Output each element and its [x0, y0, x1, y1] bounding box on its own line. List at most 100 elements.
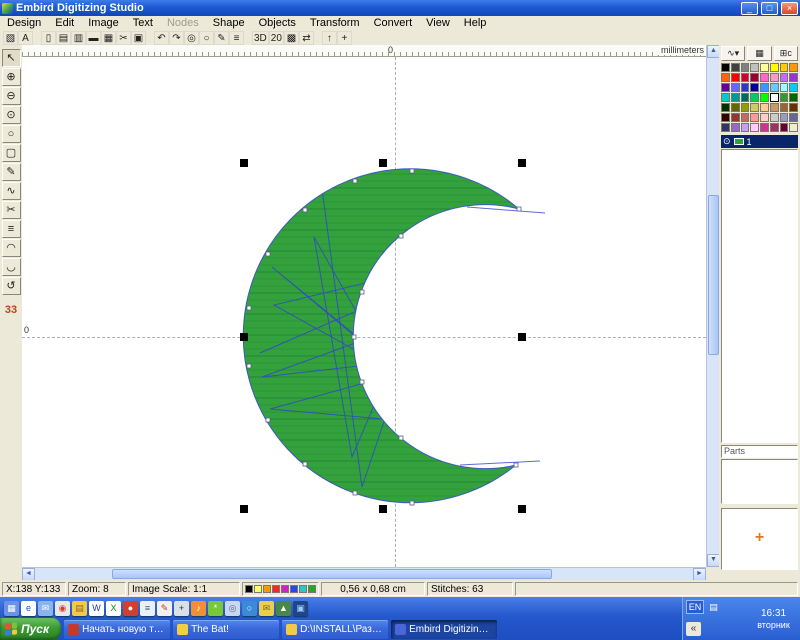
curve-node[interactable]: [247, 364, 251, 368]
tray-chevron-button[interactable]: «: [686, 622, 701, 636]
palette-swatch-2[interactable]: [741, 63, 750, 72]
horizontal-scrollbar[interactable]: ◄ ►: [22, 567, 706, 580]
parts-list[interactable]: [721, 459, 798, 504]
selection-handle[interactable]: [240, 159, 248, 167]
menu-item-image[interactable]: Image: [81, 17, 126, 29]
palette-swatch-25[interactable]: [731, 93, 740, 102]
curve-node[interactable]: [399, 234, 403, 238]
palette-swatch-15[interactable]: [789, 73, 798, 82]
selection-handle[interactable]: [379, 159, 387, 167]
folder-icon[interactable]: ▤: [72, 601, 87, 616]
selection-handle[interactable]: [240, 333, 248, 341]
word-icon[interactable]: W: [89, 601, 104, 616]
palette-swatch-31[interactable]: [789, 93, 798, 102]
start-button[interactable]: Пуск: [0, 618, 61, 640]
palette-swatch-13[interactable]: [770, 73, 779, 82]
maximize-button[interactable]: □: [761, 2, 778, 15]
palette-swatch-40[interactable]: [721, 113, 730, 122]
selection-handle[interactable]: [518, 333, 526, 341]
menu-item-edit[interactable]: Edit: [48, 17, 81, 29]
calculator-icon[interactable]: +: [174, 601, 189, 616]
palette-swatch-17[interactable]: [731, 83, 740, 92]
vertical-scroll-thumb[interactable]: [708, 195, 719, 355]
palette-swatch-21[interactable]: [770, 83, 779, 92]
selection-handle[interactable]: [518, 159, 526, 167]
curve-node[interactable]: [360, 290, 364, 294]
menu-item-objects[interactable]: Objects: [252, 17, 303, 29]
zoom-area-tool[interactable]: ⊙: [2, 106, 21, 124]
toolbar-redo[interactable]: ↷: [169, 31, 184, 45]
palette-swatch-18[interactable]: [741, 83, 750, 92]
palette-swatch-32[interactable]: [721, 103, 730, 112]
palette-swatch-14[interactable]: [780, 73, 789, 82]
palette-swatch-42[interactable]: [741, 113, 750, 122]
toolbar-cut[interactable]: ✂: [116, 31, 131, 45]
canvas[interactable]: 0: [22, 57, 706, 567]
curve-node[interactable]: [266, 252, 270, 256]
palette-swatch-54[interactable]: [780, 123, 789, 132]
rotate-tool[interactable]: ↺: [2, 277, 21, 295]
palette-swatch-10[interactable]: [741, 73, 750, 82]
palette-swatch-24[interactable]: [721, 93, 730, 102]
menu-item-transform[interactable]: Transform: [303, 17, 367, 29]
palette-swatch-28[interactable]: [760, 93, 769, 102]
palette-swatch-36[interactable]: [760, 103, 769, 112]
palette-swatch-52[interactable]: [760, 123, 769, 132]
vertical-scrollbar[interactable]: ▲ ▼: [706, 45, 719, 567]
palette-swatch-38[interactable]: [780, 103, 789, 112]
zoom-out-tool[interactable]: ⊖: [2, 87, 21, 105]
palette-swatch-55[interactable]: [789, 123, 798, 132]
toolbar-grid-toggle[interactable]: ▩: [284, 31, 299, 45]
palette-swatch-26[interactable]: [741, 93, 750, 102]
show-desktop-icon[interactable]: ▦: [4, 601, 19, 616]
task-button-1[interactable]: The Bat!: [173, 620, 279, 639]
menu-item-text[interactable]: Text: [126, 17, 160, 29]
freehand-tool[interactable]: ✎: [2, 163, 21, 181]
palette-swatch-6[interactable]: [780, 63, 789, 72]
palette-swatch-33[interactable]: [731, 103, 740, 112]
palette-swatch-51[interactable]: [750, 123, 759, 132]
palette-swatch-48[interactable]: [721, 123, 730, 132]
object-list[interactable]: [721, 149, 798, 443]
curve-node[interactable]: [360, 380, 364, 384]
palette-swatch-7[interactable]: [789, 63, 798, 72]
palette-swatch-16[interactable]: [721, 83, 730, 92]
arc-up-tool[interactable]: ◠: [2, 239, 21, 257]
palette-swatch-35[interactable]: [750, 103, 759, 112]
toolbar-text-tool[interactable]: A: [18, 31, 33, 45]
design-object-crescent[interactable]: [22, 57, 706, 567]
palette-swatch-44[interactable]: [760, 113, 769, 122]
palette-config-button[interactable]: ⊞c: [774, 46, 798, 61]
toolbar-undo[interactable]: ↶: [154, 31, 169, 45]
internet-explorer-icon[interactable]: e: [21, 601, 36, 616]
toolbar-redraw[interactable]: ⇄: [299, 31, 314, 45]
toolbar-import[interactable]: ▥: [71, 31, 86, 45]
cd-player-icon[interactable]: ◎: [225, 601, 240, 616]
horizontal-scroll-thumb[interactable]: [112, 569, 552, 579]
curve-node[interactable]: [352, 335, 356, 339]
palette-swatch-47[interactable]: [789, 113, 798, 122]
palette-swatch-11[interactable]: [750, 73, 759, 82]
language-indicator[interactable]: EN: [686, 600, 704, 614]
palette-swatch-53[interactable]: [770, 123, 779, 132]
excel-icon[interactable]: X: [106, 601, 121, 616]
icq-icon[interactable]: *: [208, 601, 223, 616]
palette-swatch-29[interactable]: [770, 93, 779, 102]
ellipse-tool[interactable]: ○: [2, 125, 21, 143]
palette-swatch-0[interactable]: [721, 63, 730, 72]
selection-handle[interactable]: [379, 505, 387, 513]
curve-tool[interactable]: ∿: [2, 182, 21, 200]
palette-swatch-8[interactable]: [721, 73, 730, 82]
toolbar-move-up[interactable]: ↑: [322, 31, 337, 45]
palette-swatch-9[interactable]: [731, 73, 740, 82]
curve-node[interactable]: [303, 208, 307, 212]
palette-swatch-45[interactable]: [770, 113, 779, 122]
media-player-icon[interactable]: ◉: [55, 601, 70, 616]
palette-swatch-30[interactable]: [780, 93, 789, 102]
palette-swatch-34[interactable]: [741, 103, 750, 112]
curve-node[interactable]: [410, 501, 414, 505]
menu-item-design[interactable]: Design: [0, 17, 48, 29]
palette-swatch-50[interactable]: [741, 123, 750, 132]
keyboard-icon[interactable]: ▤: [707, 601, 720, 614]
globe-icon[interactable]: ○: [242, 601, 257, 616]
